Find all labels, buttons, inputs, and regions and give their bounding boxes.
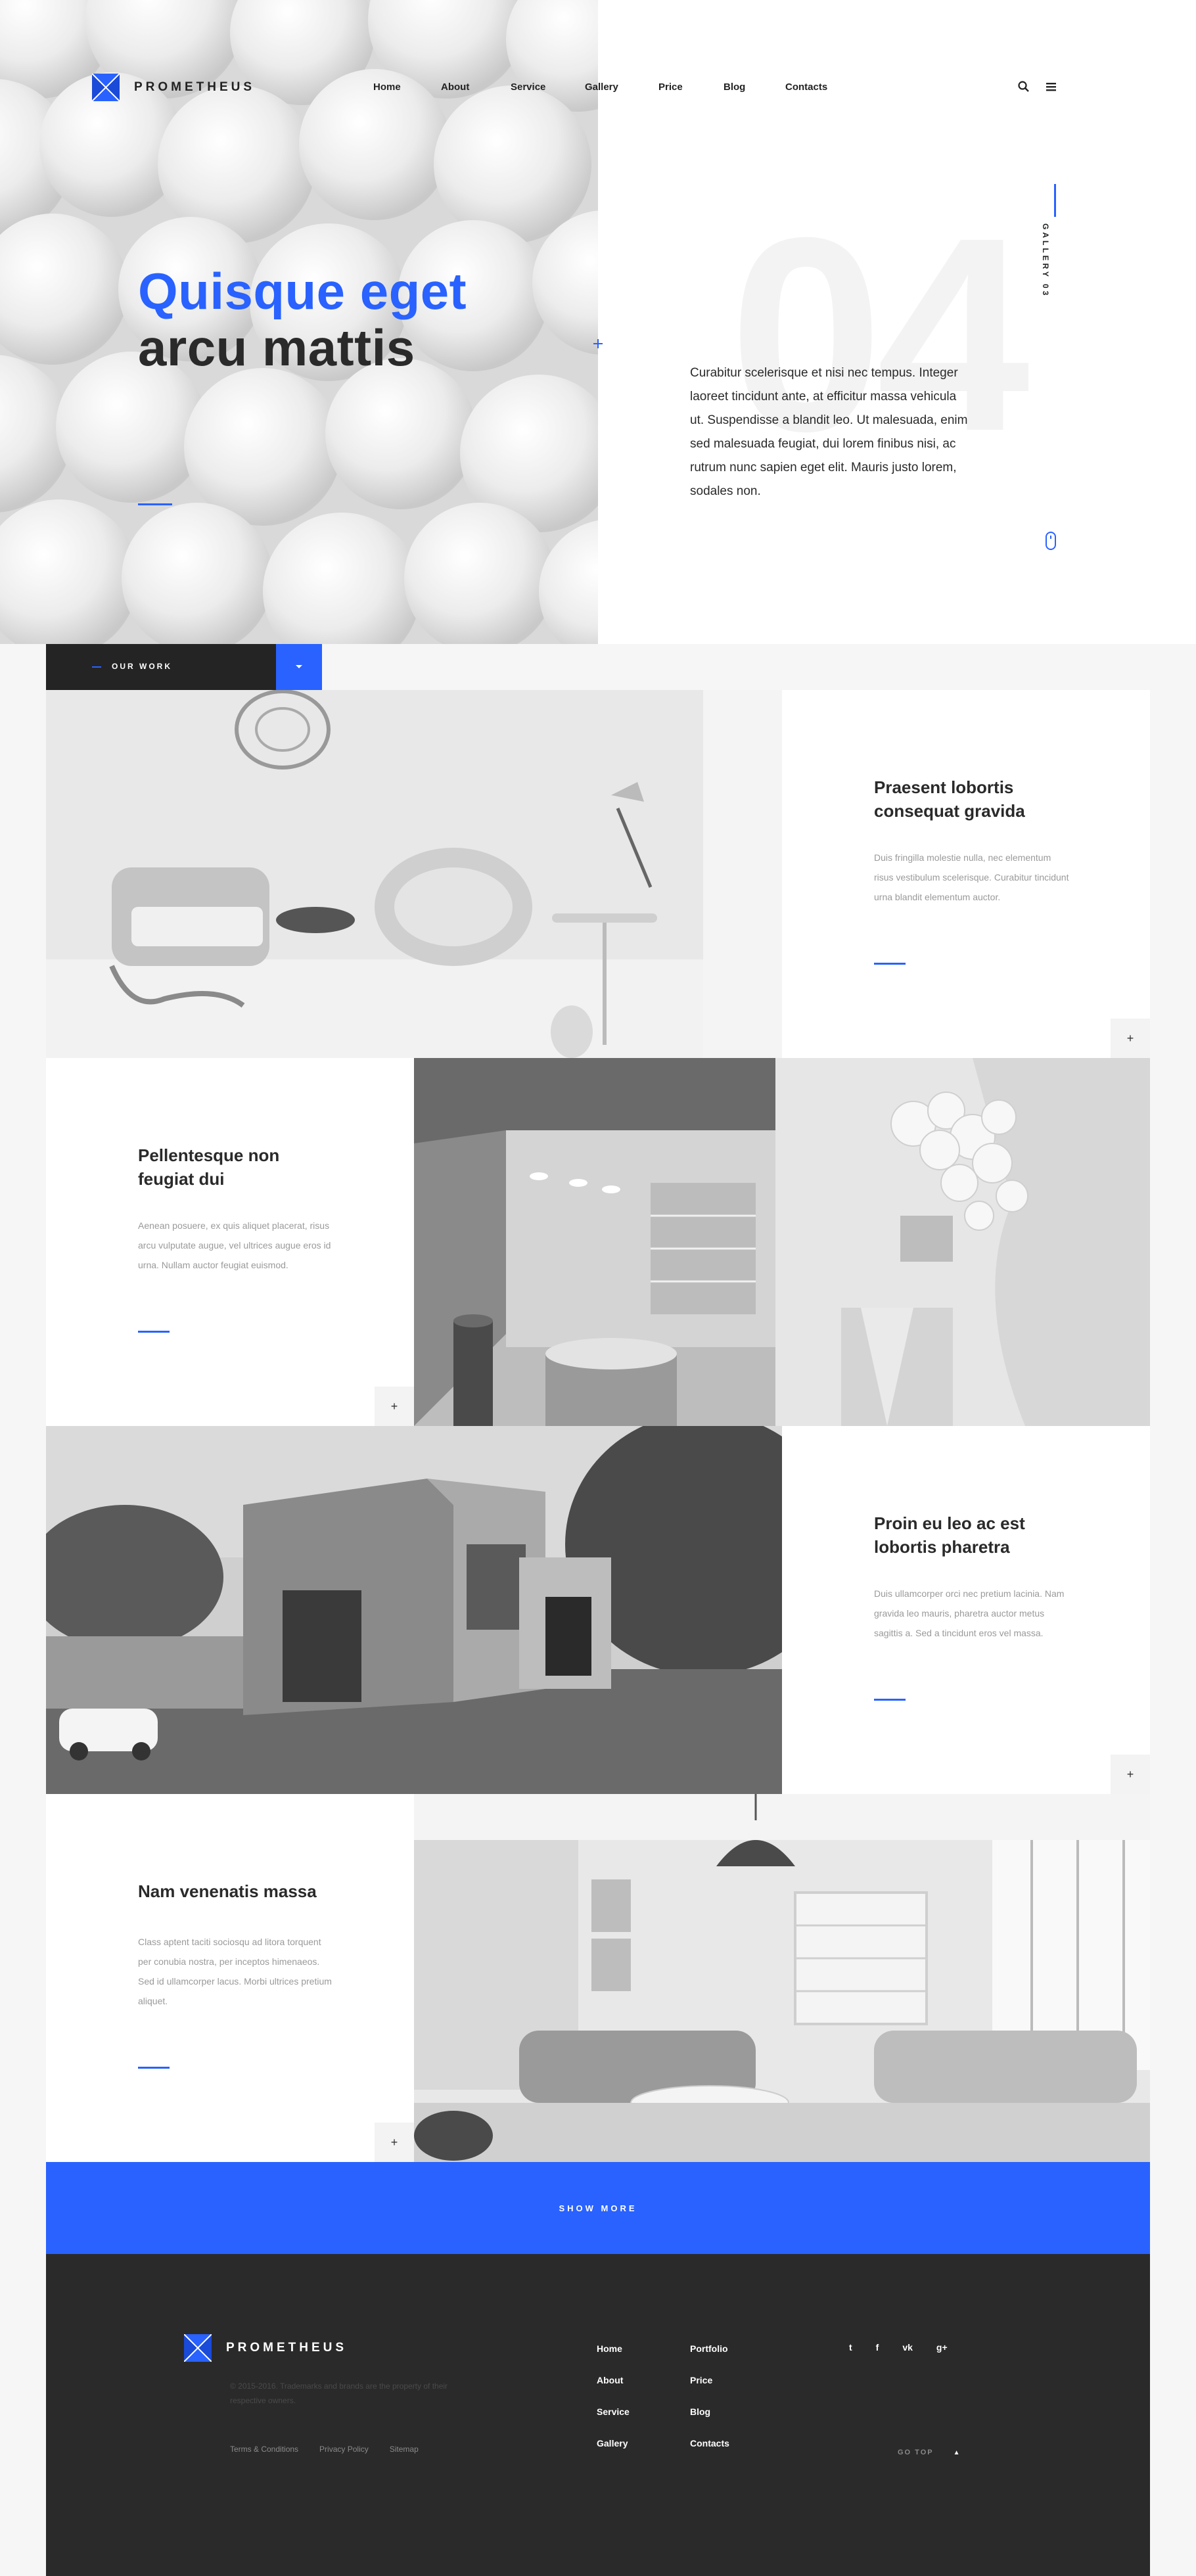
nav-item-contacts[interactable]: Contacts — [785, 81, 827, 93]
vk-icon[interactable]: vk — [902, 2342, 913, 2353]
card-accent-line — [138, 1331, 170, 1333]
gallery-indicator-line — [1054, 184, 1056, 217]
footer-nav-blog[interactable]: Blog — [690, 2406, 729, 2438]
portfolio-image-living-room[interactable] — [414, 1794, 1150, 2162]
footer-nav-home[interactable]: Home — [597, 2343, 630, 2375]
arrow-up-icon: ▲ — [953, 2449, 961, 2456]
footer-nav-portfolio[interactable]: Portfolio — [690, 2343, 729, 2375]
card-expand-button[interactable]: + — [1111, 1755, 1150, 1794]
nav-item-home[interactable]: Home — [373, 81, 401, 93]
footer-nav-about[interactable]: About — [597, 2375, 630, 2406]
footer-brand-name: PROMETHEUS — [226, 2341, 348, 2355]
card-accent-line — [138, 2067, 170, 2069]
search-icon[interactable] — [1017, 80, 1030, 93]
twitter-icon[interactable]: t — [849, 2342, 852, 2353]
card-accent-line — [874, 1699, 906, 1701]
portfolio-card-3: Proin eu leo ac est lobortis pharetra Du… — [782, 1426, 1150, 1794]
footer-nav-price[interactable]: Price — [690, 2375, 729, 2406]
footer-logo[interactable]: PROMETHEUS — [184, 2334, 347, 2362]
footer-link-privacy[interactable]: Privacy Policy — [319, 2445, 369, 2454]
card-expand-button[interactable]: + — [1111, 1019, 1150, 1058]
card-expand-button[interactable]: + — [375, 2123, 414, 2162]
scroll-mouse-icon[interactable] — [1045, 531, 1057, 551]
plus-icon: + — [390, 2135, 398, 2149]
portfolio-image-balloons[interactable] — [775, 1058, 1150, 1426]
card-text: Aenean posuere, ex quis aliquet placerat… — [138, 1220, 331, 1270]
hero-description: Curabitur scelerisque et nisi nec tempus… — [690, 366, 968, 498]
footer-nav-col-2: Portfolio Price Blog Contacts — [690, 2343, 729, 2470]
footer-copyright: © 2015-2016. Trademarks and brands are t… — [230, 2381, 448, 2405]
nav-item-about[interactable]: About — [441, 81, 469, 93]
card-text: Class aptent taciti sociosqu ad litora t… — [138, 1937, 332, 2006]
card-expand-button[interactable]: + — [375, 1387, 414, 1426]
card-text: Duis fringilla molestie nulla, nec eleme… — [874, 852, 1069, 902]
portfolio-image-store[interactable] — [414, 1058, 775, 1426]
card-title: Nam venenatis massa — [138, 1881, 317, 1901]
hero-section: PROMETHEUS Home About Service Gallery Pr… — [0, 0, 1196, 644]
show-more-label: SHOW MORE — [559, 2203, 637, 2213]
logo-mark-icon — [184, 2334, 212, 2362]
footer-legal-links: Terms & Conditions Privacy Policy Sitema… — [230, 2445, 419, 2454]
our-work-bar: OUR WORK — [46, 644, 322, 690]
card-accent-line — [874, 963, 906, 965]
go-top-button[interactable]: GO TOP ▲ — [898, 2449, 961, 2456]
portfolio-image-house[interactable] — [46, 1426, 782, 1794]
footer-link-sitemap[interactable]: Sitemap — [390, 2445, 419, 2454]
card-title: Pellentesque non feugiat dui — [138, 1145, 280, 1189]
header-actions — [1017, 80, 1058, 93]
footer-nav-gallery[interactable]: Gallery — [597, 2438, 630, 2470]
card-text: Duis ullamcorper orci nec pretium lacini… — [874, 1588, 1065, 1638]
plus-icon — [593, 339, 603, 348]
portfolio-grid: Praesent lobortis consequat gravida Duis… — [46, 690, 1150, 2162]
portfolio-card-4: Nam venenatis massa Class aptent taciti … — [46, 1794, 414, 2162]
logo-mark-icon — [92, 74, 120, 101]
plus-icon: + — [390, 1399, 398, 1413]
hero-title-line2: arcu mattis — [138, 319, 415, 377]
hero-title: Quisque eget arcu mattis — [138, 263, 467, 376]
footer-nav-contacts[interactable]: Contacts — [690, 2438, 729, 2470]
hero-accent-line — [138, 503, 172, 505]
our-work-label: OUR WORK — [112, 662, 172, 671]
hero-title-line1: Quisque eget — [138, 262, 467, 320]
footer-nav-col-1: Home About Service Gallery — [597, 2343, 630, 2470]
portfolio-card-1: Praesent lobortis consequat gravida Duis… — [782, 690, 1150, 1058]
nav-item-service[interactable]: Service — [511, 81, 545, 93]
portfolio-image-chairs[interactable] — [46, 690, 782, 1058]
gallery-label: GALLERY 03 — [1041, 223, 1050, 298]
footer-link-terms[interactable]: Terms & Conditions — [230, 2445, 298, 2454]
menu-icon[interactable] — [1045, 80, 1058, 93]
brand-name: PROMETHEUS — [134, 80, 256, 94]
brand-logo[interactable]: PROMETHEUS — [92, 74, 255, 101]
card-title: Praesent lobortis consequat gravida — [874, 777, 1025, 821]
nav-item-blog[interactable]: Blog — [724, 81, 745, 93]
plus-icon: + — [1126, 1031, 1134, 1045]
show-more-button[interactable]: SHOW MORE — [46, 2162, 1150, 2254]
nav-item-gallery[interactable]: Gallery — [585, 81, 618, 93]
our-work-toggle-button[interactable] — [276, 644, 322, 690]
our-work-dash — [92, 666, 101, 668]
card-title: Proin eu leo ac est lobortis pharetra — [874, 1513, 1025, 1557]
go-top-label: GO TOP — [898, 2449, 934, 2456]
facebook-icon[interactable]: f — [876, 2342, 879, 2353]
portfolio-card-2: Pellentesque non feugiat dui Aenean posu… — [46, 1058, 414, 1426]
google-plus-icon[interactable]: g+ — [936, 2342, 948, 2353]
footer: PROMETHEUS © 2015-2016. Trademarks and b… — [46, 2254, 1150, 2576]
nav-item-price[interactable]: Price — [658, 81, 683, 93]
caret-down-icon — [296, 665, 302, 668]
footer-nav-service[interactable]: Service — [597, 2406, 630, 2438]
social-links: t f vk g+ — [849, 2342, 948, 2353]
plus-icon: + — [1126, 1767, 1134, 1781]
